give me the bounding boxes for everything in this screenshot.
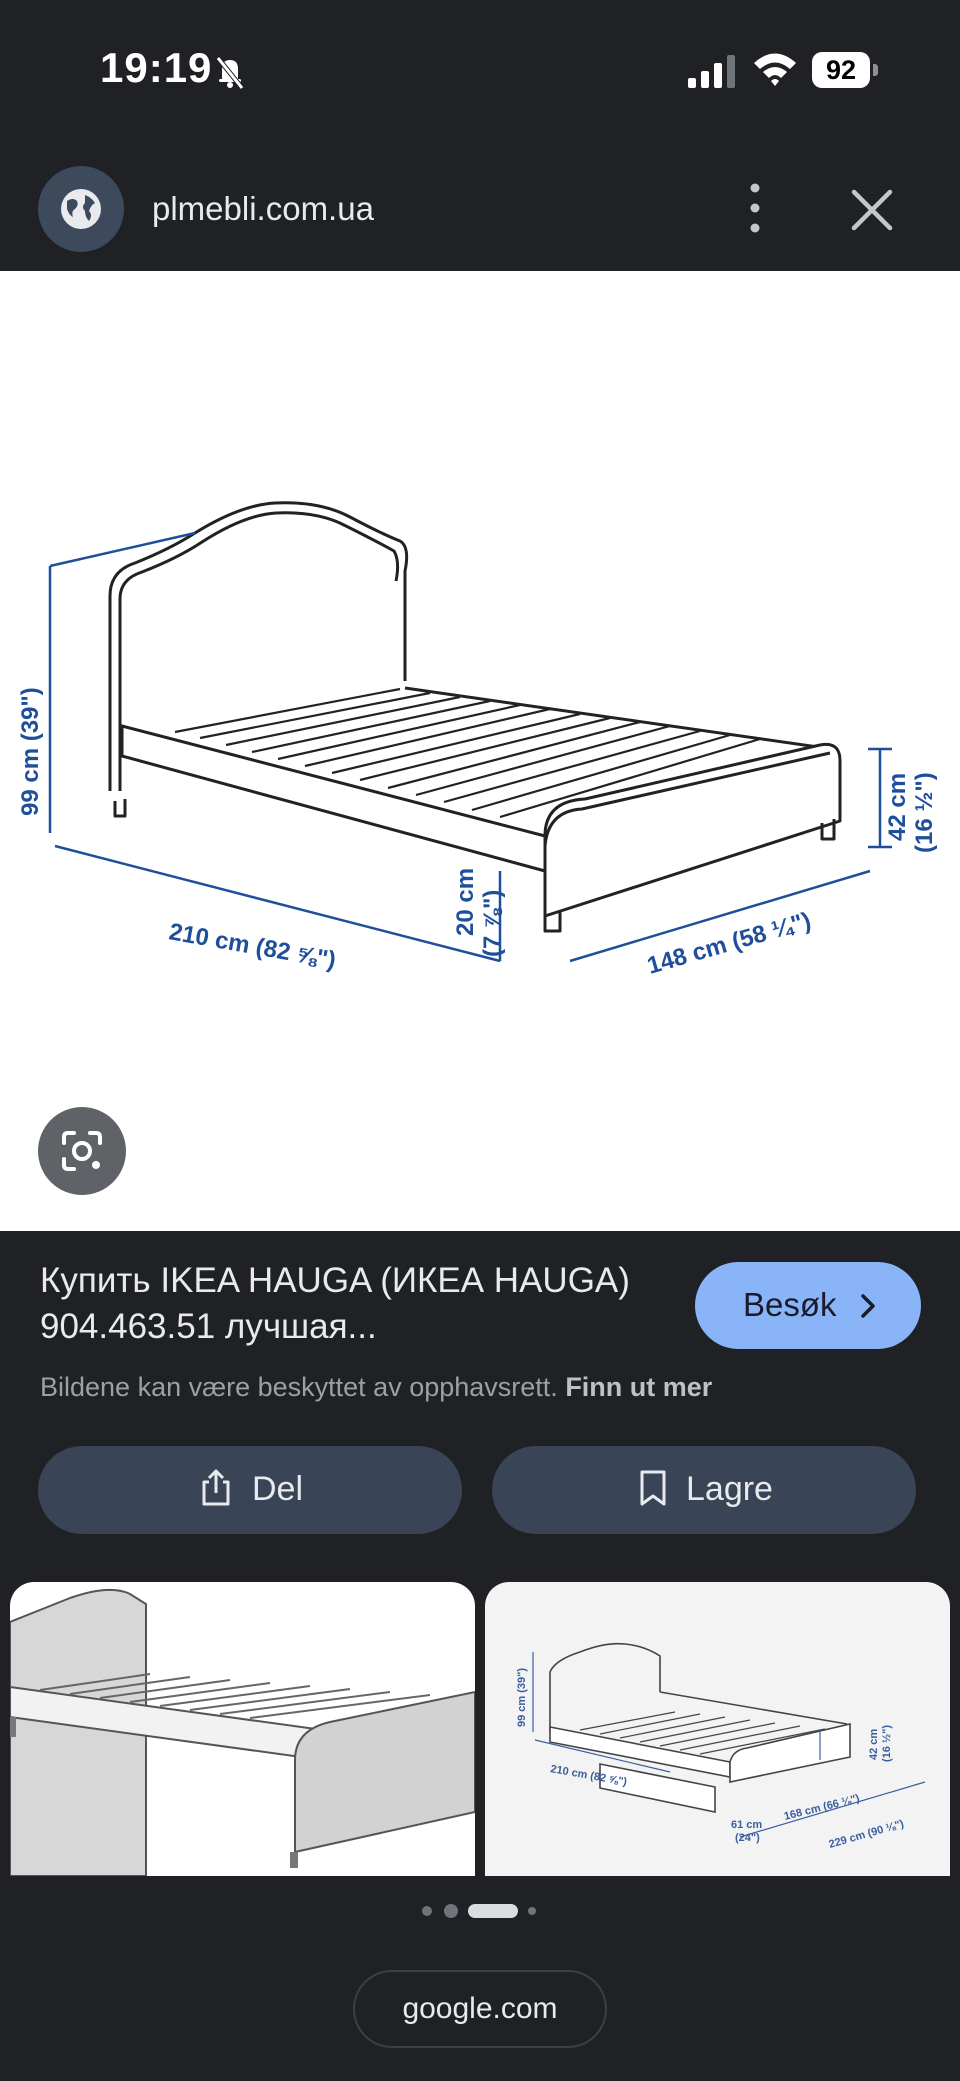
thumb-height-label: 99 cm (39"): [516, 1668, 528, 1727]
google-lens-button[interactable]: [38, 1107, 126, 1195]
globe-icon: [61, 189, 101, 229]
thumb-drawer-label: 61 cm: [731, 1819, 762, 1831]
pagination-dot[interactable]: [422, 1906, 432, 1916]
browser-url-bar: plmebli.com.ua: [0, 150, 960, 270]
clearance-dimension-label: 20 cm: [452, 868, 479, 936]
battery-level: 92: [812, 52, 870, 88]
related-image-2[interactable]: 99 cm (39") 210 cm (82 ⅝") 61 cm (24") 1…: [485, 1582, 950, 1876]
length-dimension-label: 210 cm (82 ⅝"): [167, 918, 338, 974]
width-dimension-label: 148 cm (58 ¼"): [644, 907, 814, 979]
battery-indicator: 92: [812, 52, 878, 88]
pagination-dot-active: [468, 1904, 518, 1918]
learn-more-link[interactable]: Finn ut mer: [565, 1372, 712, 1402]
copyright-text: Bildene kan være beskyttet av opphavsret…: [40, 1372, 558, 1402]
thumb-foot-label: 42 cm: [868, 1729, 880, 1760]
clearance-dimension-inch-label: (7 ⅞"): [479, 890, 506, 957]
status-time: 19:19: [100, 44, 213, 91]
pagination-dot[interactable]: [528, 1907, 536, 1915]
bookmark-icon: [640, 1470, 666, 1506]
share-icon: [202, 1469, 230, 1506]
foot-dimension-label: 42 cm: [884, 773, 911, 841]
battery-nub: [873, 64, 878, 76]
lens-icon: [62, 1131, 102, 1171]
visit-button-label: Besøk: [743, 1286, 837, 1323]
result-title[interactable]: Купить IKEA HAUGA (ИКЕА HAUGA) 904.463.5…: [40, 1258, 680, 1350]
share-button[interactable]: Del: [38, 1446, 462, 1534]
height-dimension-label: 99 cm (39"): [17, 687, 44, 816]
wifi-icon: [754, 53, 796, 86]
foot-dimension-inch-label: (16 ½"): [911, 772, 938, 853]
thumb-width-label: 168 cm (66 ⅛"): [783, 1792, 861, 1822]
chevron-right-icon: [861, 1294, 875, 1318]
bed-dimension-drawing: 99 cm (39") 210 cm (82 ⅝") 20 cm (7 ⅞") …: [17, 501, 938, 980]
bed-photo-thumbnail: [10, 1588, 475, 1876]
site-info-button[interactable]: [38, 166, 124, 252]
related-image-1[interactable]: [10, 1582, 475, 1876]
thumb-foot-inch-label: (16 ½"): [881, 1725, 893, 1762]
image-pagination: [420, 1900, 540, 1920]
page-domain[interactable]: plmebli.com.ua: [152, 190, 374, 228]
visit-button[interactable]: Besøk: [695, 1262, 921, 1349]
bell-muted-icon: [216, 56, 244, 90]
cell-signal-icon: [688, 55, 735, 88]
copyright-notice: Bildene kan være beskyttet av opphavsret…: [40, 1372, 712, 1403]
source-link[interactable]: google.com: [353, 1970, 607, 2048]
save-button-label: Lagre: [686, 1470, 773, 1508]
share-button-label: Del: [252, 1470, 304, 1508]
more-options-icon[interactable]: [740, 180, 770, 236]
thumb-drawer-inch-label: (24"): [735, 1832, 760, 1844]
close-icon[interactable]: [848, 186, 896, 234]
save-button[interactable]: Lagre: [492, 1446, 916, 1534]
main-image[interactable]: 99 cm (39") 210 cm (82 ⅝") 20 cm (7 ⅞") …: [0, 271, 960, 1231]
thumb-total-label: 229 cm (90 ⅛"): [828, 1818, 906, 1851]
bed-drawer-diagram-thumbnail: 99 cm (39") 210 cm (82 ⅝") 61 cm (24") 1…: [516, 1642, 926, 1851]
status-bar: 19:19 92: [0, 0, 960, 150]
pagination-dot[interactable]: [444, 1904, 458, 1918]
